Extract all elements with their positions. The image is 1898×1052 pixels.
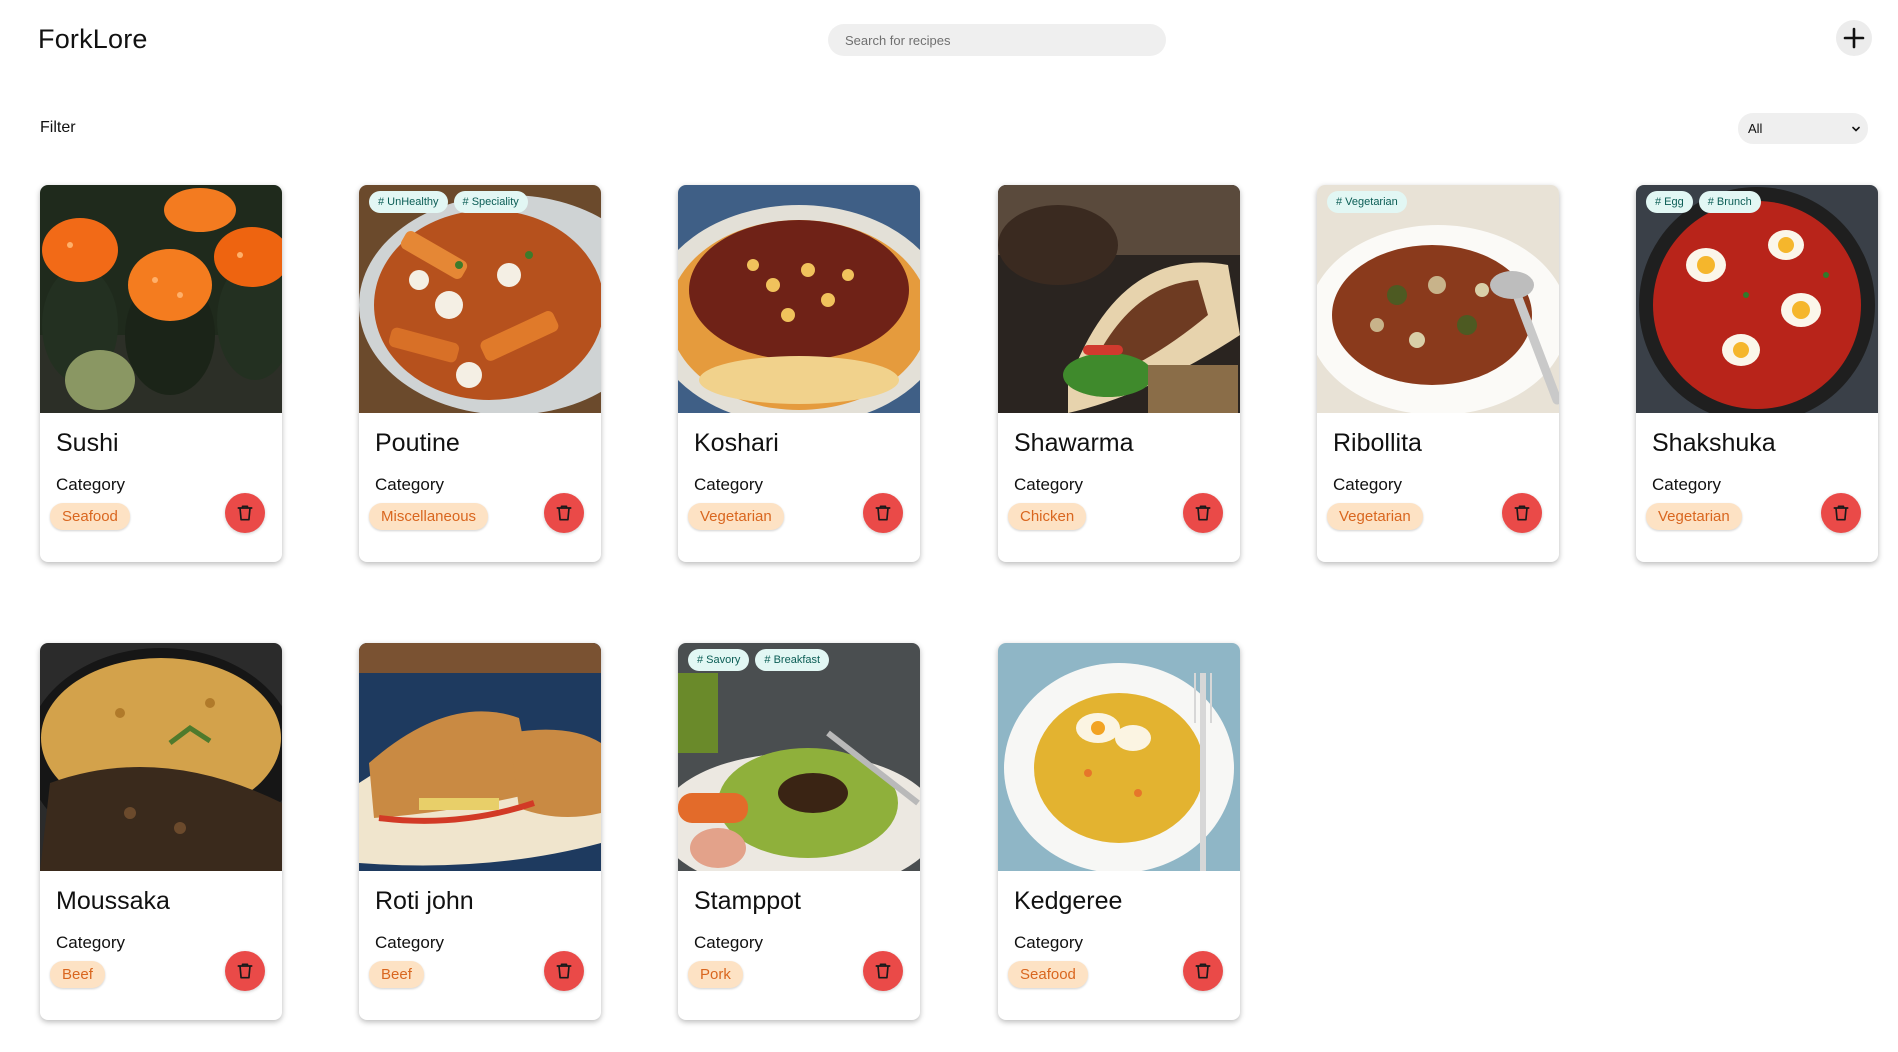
recipe-image: [40, 643, 282, 871]
category-badge: Vegetarian: [1327, 503, 1423, 530]
category-label: Category: [375, 933, 444, 952]
app-header: ForkLore: [0, 0, 1898, 90]
recipe-image: [998, 643, 1240, 871]
category-filter-select[interactable]: All: [1738, 113, 1868, 144]
category-label: Category: [1333, 475, 1402, 494]
trash-icon: [875, 505, 891, 521]
trash-icon: [1195, 505, 1211, 521]
delete-recipe-button[interactable]: [225, 951, 265, 991]
recipe-title: Shakshuka: [1652, 429, 1776, 457]
category-label: Category: [1014, 475, 1083, 494]
trash-icon: [237, 963, 253, 979]
recipe-image: # UnHealthy # Speciality: [359, 185, 601, 413]
recipe-image: [998, 185, 1240, 413]
recipe-card[interactable]: # Vegetarian Ribollita Category Vegetari…: [1317, 185, 1559, 562]
app-title: ForkLore: [38, 24, 148, 54]
recipe-tag: # Egg: [1646, 191, 1693, 213]
delete-recipe-button[interactable]: [544, 493, 584, 533]
recipe-tag: # Speciality: [453, 191, 528, 213]
recipe-card[interactable]: Shawarma Category Chicken: [998, 185, 1240, 562]
recipe-card[interactable]: # Egg # Brunch Shakshuka Category Vegetar…: [1636, 185, 1878, 562]
recipe-image: [359, 643, 601, 871]
category-label: Category: [56, 475, 125, 494]
recipe-image: [678, 185, 920, 413]
category-label: Category: [1652, 475, 1721, 494]
delete-recipe-button[interactable]: [863, 951, 903, 991]
category-badge: Beef: [369, 961, 424, 988]
recipe-image: # Vegetarian: [1317, 185, 1559, 413]
recipe-tag: # Breakfast: [755, 649, 830, 671]
recipe-title: Moussaka: [56, 887, 170, 915]
recipe-title: Ribollita: [1333, 429, 1422, 457]
category-label: Category: [375, 475, 444, 494]
category-badge: Vegetarian: [688, 503, 784, 530]
recipe-title: Shawarma: [1014, 429, 1134, 457]
trash-icon: [1195, 963, 1211, 979]
recipe-title: Poutine: [375, 429, 460, 457]
trash-icon: [237, 505, 253, 521]
delete-recipe-button[interactable]: [1821, 493, 1861, 533]
recipe-title: Sushi: [56, 429, 119, 457]
recipe-tag: # Brunch: [1698, 191, 1761, 213]
category-label: Category: [56, 933, 125, 952]
delete-recipe-button[interactable]: [225, 493, 265, 533]
recipe-tag: # UnHealthy: [369, 191, 448, 213]
delete-recipe-button[interactable]: [1183, 951, 1223, 991]
category-badge: Pork: [688, 961, 743, 988]
recipe-card[interactable]: Koshari Category Vegetarian: [678, 185, 920, 562]
recipe-card[interactable]: Kedgeree Category Seafood: [998, 643, 1240, 1020]
delete-recipe-button[interactable]: [544, 951, 584, 991]
recipe-tag: # Savory: [688, 649, 750, 671]
recipe-tags: # UnHealthy # Speciality: [369, 191, 528, 213]
recipe-card[interactable]: # Savory # Breakfast Stamppot Category Po…: [678, 643, 920, 1020]
recipe-title: Stamppot: [694, 887, 802, 915]
recipe-title: Roti john: [375, 887, 474, 915]
category-label: Category: [694, 933, 763, 952]
recipe-card[interactable]: Sushi Category Seafood: [40, 185, 282, 562]
trash-icon: [556, 963, 572, 979]
recipe-card[interactable]: # UnHealthy # Speciality Poutine Category…: [359, 185, 601, 562]
trash-icon: [556, 505, 572, 521]
search-input[interactable]: [828, 24, 1166, 56]
recipe-image: # Egg # Brunch: [1636, 185, 1878, 413]
category-badge: Seafood: [50, 503, 130, 530]
recipe-card[interactable]: Moussaka Category Beef: [40, 643, 282, 1020]
category-label: Category: [694, 475, 763, 494]
category-badge: Vegetarian: [1646, 503, 1742, 530]
filter-label: Filter: [40, 119, 76, 136]
category-badge: Seafood: [1008, 961, 1088, 988]
recipe-tags: # Egg # Brunch: [1646, 191, 1761, 213]
category-label: Category: [1014, 933, 1083, 952]
recipe-tags: # Vegetarian: [1327, 191, 1407, 213]
delete-recipe-button[interactable]: [863, 493, 903, 533]
add-recipe-button[interactable]: [1836, 20, 1872, 56]
recipe-card[interactable]: Roti john Category Beef: [359, 643, 601, 1020]
recipe-tags: # Savory # Breakfast: [688, 649, 830, 671]
category-badge: Miscellaneous: [369, 503, 489, 530]
trash-icon: [1514, 505, 1530, 521]
plus-icon: [1843, 27, 1865, 49]
recipe-image: [40, 185, 282, 413]
recipe-image: # Savory # Breakfast: [678, 643, 920, 871]
recipe-tag: # Vegetarian: [1327, 191, 1407, 213]
category-badge: Beef: [50, 961, 105, 988]
trash-icon: [1833, 505, 1849, 521]
category-badge: Chicken: [1008, 503, 1087, 530]
delete-recipe-button[interactable]: [1183, 493, 1223, 533]
delete-recipe-button[interactable]: [1502, 493, 1542, 533]
recipe-title: Kedgeree: [1014, 887, 1123, 915]
recipe-title: Koshari: [694, 429, 779, 457]
trash-icon: [875, 963, 891, 979]
